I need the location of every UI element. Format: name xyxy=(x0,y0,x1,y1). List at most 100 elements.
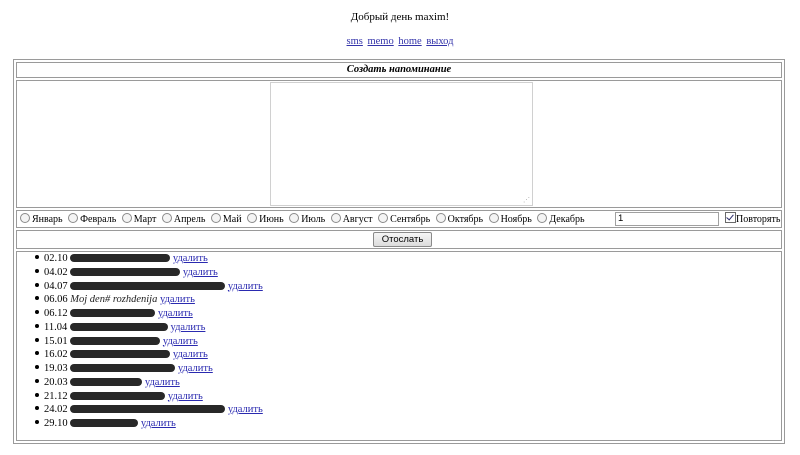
month-option-jul[interactable]: Июль xyxy=(289,213,326,225)
redacted-text xyxy=(70,364,176,372)
month-label: Сентябрь xyxy=(390,214,431,225)
form-title: Создать напоминание xyxy=(16,62,782,78)
radio-button[interactable] xyxy=(289,213,300,223)
bullet-icon xyxy=(35,268,39,273)
reminder-date: 06.06 xyxy=(44,294,68,306)
delete-link[interactable]: удалить xyxy=(173,253,208,264)
redacted-text xyxy=(70,309,156,317)
reminder-list-panel: 02.10 удалить 04.02 удалить 04.07 удалить 0… xyxy=(16,251,782,441)
reminder-date: 04.07 xyxy=(44,280,68,292)
list-item: 04.07 удалить xyxy=(35,280,263,294)
month-option-nov[interactable]: Ноябрь xyxy=(488,213,532,225)
list-item: 21.12 удалить xyxy=(35,390,263,404)
radio-button[interactable] xyxy=(68,213,79,223)
delete-link[interactable]: удалить xyxy=(168,391,203,402)
day-input[interactable]: 1 xyxy=(615,212,719,226)
radio-button[interactable] xyxy=(121,213,132,223)
redacted-text xyxy=(69,322,168,331)
redacted-text xyxy=(70,281,226,290)
month-option-aug[interactable]: Август xyxy=(330,213,373,225)
month-option-jun[interactable]: Июнь xyxy=(247,213,284,225)
resize-grip-icon[interactable]: ⋰ xyxy=(523,197,530,204)
radio-button[interactable] xyxy=(210,213,221,223)
reminder-date: 11.04 xyxy=(44,321,68,333)
list-item: 11.04 удалить xyxy=(35,321,263,335)
delete-link[interactable]: удалить xyxy=(183,267,218,278)
reminder-text: Moj den# rozhdenija xyxy=(70,294,158,306)
repeat-checkbox[interactable] xyxy=(725,212,736,223)
radio-button[interactable] xyxy=(247,213,258,223)
delete-link[interactable]: удалить xyxy=(228,404,263,415)
month-label: Март xyxy=(133,214,157,225)
month-option-apr[interactable]: Апрель xyxy=(161,213,206,225)
radio-button[interactable] xyxy=(435,213,446,223)
nav-link-logout[interactable]: выход xyxy=(426,36,453,47)
month-option-mar[interactable]: Март xyxy=(121,213,157,225)
list-item: 29.10 удалить xyxy=(35,417,263,431)
redacted-text xyxy=(70,267,181,276)
nav-link-memo[interactable]: memo xyxy=(367,36,393,47)
delete-link[interactable]: удалить xyxy=(145,377,180,388)
month-option-jan[interactable]: Январь xyxy=(20,213,63,225)
delete-link[interactable]: удалить xyxy=(160,294,195,305)
radio-button[interactable] xyxy=(378,213,389,223)
month-row: Январь Февраль Март Апрель Май Июнь Июль… xyxy=(16,210,782,228)
month-label: Апрель xyxy=(173,214,206,225)
reminder-date: 19.03 xyxy=(44,363,68,374)
month-option-oct[interactable]: Октябрь xyxy=(435,213,484,225)
month-label: Декабрь xyxy=(549,214,585,225)
list-item: 15.01 удалить xyxy=(35,335,263,349)
radio-button[interactable] xyxy=(537,213,548,223)
delete-link[interactable]: удалить xyxy=(178,363,213,374)
month-label: Май xyxy=(222,214,242,225)
month-option-sep[interactable]: Сентябрь xyxy=(378,213,431,225)
bullet-icon xyxy=(35,296,39,301)
radio-button[interactable] xyxy=(330,213,341,223)
list-item: 20.03 удалить xyxy=(35,376,263,390)
month-label: Июль xyxy=(301,214,326,225)
bullet-icon xyxy=(35,351,39,356)
list-item: 02.10 удалить xyxy=(35,252,263,266)
bullet-icon xyxy=(35,365,39,369)
month-option-feb[interactable]: Февраль xyxy=(68,213,116,225)
nav-link-sms[interactable]: sms xyxy=(347,36,363,47)
bullet-icon xyxy=(35,378,39,383)
month-label: Октябрь xyxy=(447,214,484,225)
month-option-may[interactable]: Май xyxy=(210,213,242,225)
nav-link-home[interactable]: home xyxy=(398,36,421,47)
send-button[interactable]: Отослать xyxy=(373,232,432,247)
bullet-icon xyxy=(35,392,39,397)
reminder-date: 04.02 xyxy=(44,266,68,278)
message-textarea[interactable]: ⋰ xyxy=(270,82,533,206)
reminder-date: 02.10 xyxy=(44,253,68,264)
repeat-label: Повторять xyxy=(736,214,781,225)
list-item: 24.02 удалить xyxy=(35,403,263,417)
list-item: 06.06 Moj den# rozhdenija удалить xyxy=(35,293,263,307)
message-row: ⋰ xyxy=(16,80,782,208)
bullet-icon xyxy=(35,310,39,314)
delete-link[interactable]: удалить xyxy=(228,281,263,292)
repeat-option[interactable]: Повторять xyxy=(725,212,780,227)
month-option-dec[interactable]: Декабрь xyxy=(537,213,585,225)
delete-link[interactable]: удалить xyxy=(158,308,193,319)
list-item: 16.02 удалить xyxy=(35,348,263,362)
radio-button[interactable] xyxy=(161,213,172,223)
list-item: 19.03 удалить xyxy=(35,362,263,376)
delete-link[interactable]: удалить xyxy=(163,336,198,347)
reminder-date: 21.12 xyxy=(44,390,68,402)
delete-link[interactable]: удалить xyxy=(141,418,176,429)
reminder-date: 29.10 xyxy=(44,418,68,429)
delete-link[interactable]: удалить xyxy=(171,322,206,333)
top-nav: sms memo home выход xyxy=(0,36,800,47)
redacted-text xyxy=(70,419,139,427)
radio-button[interactable] xyxy=(20,213,30,223)
redacted-text xyxy=(70,405,226,414)
greeting-text: Добрый день maxim! xyxy=(350,11,450,23)
send-row: Отослать xyxy=(16,230,782,249)
month-radio-group: Январь Февраль Март Апрель Май Июнь Июль… xyxy=(20,212,588,227)
delete-link[interactable]: удалить xyxy=(173,349,208,360)
month-label: Июнь xyxy=(259,214,284,225)
radio-button[interactable] xyxy=(488,213,499,223)
bullet-icon xyxy=(35,282,39,287)
reminder-date: 15.01 xyxy=(44,335,68,347)
